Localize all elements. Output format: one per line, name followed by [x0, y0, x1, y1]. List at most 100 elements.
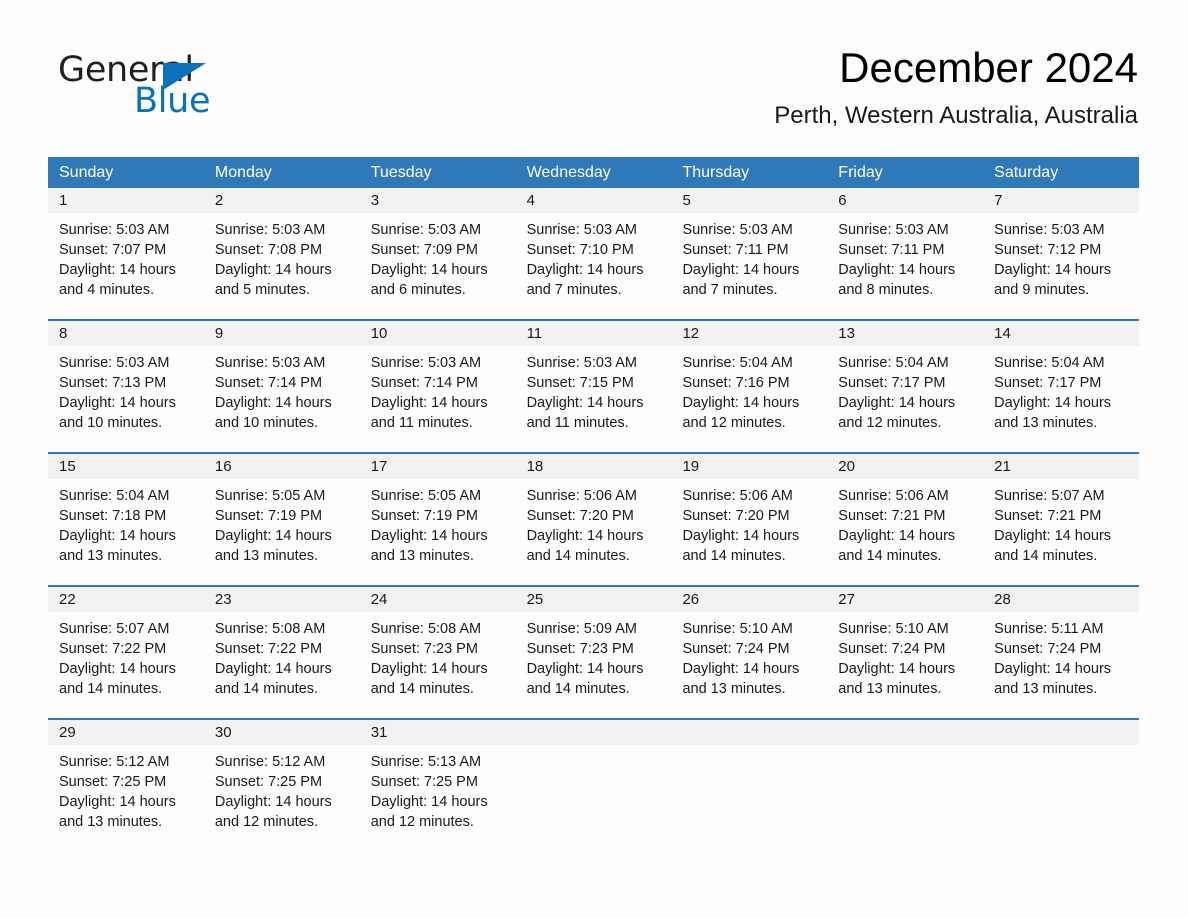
calendar-day-cell[interactable]: 19 Sunrise: 5:06 AM Sunset: 7:20 PM Dayligh… [671, 454, 828, 585]
sunrise-time: Sunrise: 5:06 AM [526, 488, 637, 504]
daylight-duration-line2: and 13 minutes. [838, 681, 942, 697]
weekday-header-tuesday: Tuesday [370, 164, 432, 181]
calendar-day-cell[interactable]: 11 Sunrise: 5:03 AM Sunset: 7:15 PM Dayligh… [515, 321, 672, 452]
day-number: 28 [983, 587, 1140, 612]
daylight-duration-line2: and 12 minutes. [370, 814, 474, 830]
sunset-time: Sunset: 7:16 PM [682, 375, 790, 391]
sunset-time: Sunset: 7:25 PM [370, 774, 478, 790]
calendar-weeks: 1 Sunrise: 5:03 AM Sunset: 7:07 PM Daylight… [48, 188, 1140, 851]
sunrise-time: Sunrise: 5:12 AM [214, 754, 326, 770]
calendar-day-cell[interactable]: 24 Sunrise: 5:08 AM Sunset: 7:23 PM Dayligh… [359, 587, 516, 718]
sunset-time: Sunset: 7:20 PM [682, 508, 790, 524]
day-details: Sunrise: 5:03 AM Sunset: 7:10 PM Daylight:… [516, 213, 672, 300]
sunrise-time: Sunrise: 5:05 AM [370, 488, 482, 504]
calendar-day-cell[interactable]: 4 Sunrise: 5:03 AM Sunset: 7:10 PM Daylight… [515, 188, 672, 319]
day-number: 13 [827, 321, 984, 346]
weekday-header-wednesday: Wednesday [526, 164, 611, 181]
calendar-day-cell[interactable]: 20 Sunrise: 5:06 AM Sunset: 7:21 PM Dayligh… [827, 454, 984, 585]
calendar-day-cell[interactable]: 13 Sunrise: 5:04 AM Sunset: 7:17 PM Dayligh… [827, 321, 984, 452]
sunset-time: Sunset: 7:20 PM [526, 508, 634, 524]
calendar-week-row: 15 Sunrise: 5:04 AM Sunset: 7:18 PM Dayligh… [48, 452, 1140, 585]
daylight-duration-line2: and 13 minutes. [994, 415, 1098, 431]
calendar-day-cell[interactable]: 14 Sunrise: 5:04 AM Sunset: 7:17 PM Dayligh… [983, 321, 1140, 452]
calendar-day-cell-empty [983, 720, 1140, 851]
day-number [671, 720, 828, 745]
calendar-day-cell[interactable]: 3 Sunrise: 5:03 AM Sunset: 7:09 PM Daylight… [359, 188, 516, 319]
day-number: 26 [671, 587, 828, 612]
daylight-duration-line1: Daylight: 14 hours [682, 661, 800, 677]
calendar-day-cell[interactable]: 22 Sunrise: 5:07 AM Sunset: 7:22 PM Dayligh… [48, 587, 204, 718]
day-number: 7 [983, 188, 1140, 213]
sunrise-time: Sunrise: 5:03 AM [214, 222, 326, 238]
day-details: Sunrise: 5:11 AM Sunset: 7:24 PM Daylight:… [983, 612, 1139, 699]
day-number: 4 [515, 188, 672, 213]
calendar-day-cell[interactable]: 23 Sunrise: 5:08 AM Sunset: 7:22 PM Dayligh… [203, 587, 360, 718]
daylight-duration-line1: Daylight: 14 hours [214, 528, 332, 544]
day-details: Sunrise: 5:07 AM Sunset: 7:21 PM Daylight:… [983, 479, 1139, 566]
sunrise-time: Sunrise: 5:06 AM [838, 488, 949, 504]
daylight-duration-line1: Daylight: 14 hours [214, 794, 332, 810]
calendar-day-cell[interactable]: 9 Sunrise: 5:03 AM Sunset: 7:14 PM Daylight… [203, 321, 360, 452]
daylight-duration-line2: and 8 minutes. [838, 282, 934, 298]
daylight-duration-line1: Daylight: 14 hours [370, 262, 488, 278]
title-block: December 2024 Perth, Western Australia, … [774, 42, 1138, 130]
sunset-time: Sunset: 7:07 PM [59, 242, 167, 258]
calendar-day-cell[interactable]: 6 Sunrise: 5:03 AM Sunset: 7:11 PM Daylight… [827, 188, 984, 319]
calendar-day-cell[interactable]: 2 Sunrise: 5:03 AM Sunset: 7:08 PM Daylight… [203, 188, 360, 319]
daylight-duration-line2: and 14 minutes. [370, 681, 474, 697]
day-details: Sunrise: 5:04 AM Sunset: 7:18 PM Daylight:… [48, 479, 204, 566]
generalblue-logo: General Blue [58, 50, 358, 140]
day-details: Sunrise: 5:04 AM Sunset: 7:17 PM Daylight:… [983, 346, 1139, 433]
calendar-day-cell[interactable]: 30 Sunrise: 5:12 AM Sunset: 7:25 PM Dayligh… [203, 720, 360, 851]
calendar-table: Sunday Monday Tuesday Wednesday Thursday… [48, 157, 1140, 851]
sunrise-time: Sunrise: 5:07 AM [994, 488, 1105, 504]
calendar-day-cell[interactable]: 15 Sunrise: 5:04 AM Sunset: 7:18 PM Dayligh… [48, 454, 204, 585]
daylight-duration-line1: Daylight: 14 hours [59, 262, 176, 278]
calendar-day-cell[interactable]: 25 Sunrise: 5:09 AM Sunset: 7:23 PM Dayligh… [515, 587, 672, 718]
day-number: 30 [203, 720, 360, 745]
sunset-time: Sunset: 7:23 PM [370, 641, 478, 657]
calendar-day-cell[interactable]: 5 Sunrise: 5:03 AM Sunset: 7:11 PM Daylight… [671, 188, 828, 319]
day-details [827, 745, 983, 752]
calendar-day-cell[interactable]: 28 Sunrise: 5:11 AM Sunset: 7:24 PM Dayligh… [983, 587, 1140, 718]
calendar-day-cell[interactable]: 8 Sunrise: 5:03 AM Sunset: 7:13 PM Daylight… [48, 321, 204, 452]
calendar-day-cell[interactable]: 31 Sunrise: 5:13 AM Sunset: 7:25 PM Dayligh… [359, 720, 516, 851]
weekday-header-row: Sunday Monday Tuesday Wednesday Thursday… [48, 157, 1139, 188]
day-number: 6 [827, 188, 984, 213]
day-number: 14 [983, 321, 1140, 346]
sunrise-time: Sunrise: 5:09 AM [526, 621, 637, 637]
sunrise-time: Sunrise: 5:04 AM [838, 355, 949, 371]
sunrise-time: Sunrise: 5:10 AM [838, 621, 949, 637]
sunrise-time: Sunrise: 5:05 AM [214, 488, 326, 504]
day-details: Sunrise: 5:05 AM Sunset: 7:19 PM Daylight:… [204, 479, 360, 566]
calendar-day-cell[interactable]: 29 Sunrise: 5:12 AM Sunset: 7:25 PM Dayligh… [48, 720, 204, 851]
sunset-time: Sunset: 7:24 PM [838, 641, 946, 657]
calendar-day-cell[interactable]: 10 Sunrise: 5:03 AM Sunset: 7:14 PM Dayligh… [359, 321, 516, 452]
calendar-day-cell[interactable]: 27 Sunrise: 5:10 AM Sunset: 7:24 PM Dayligh… [827, 587, 984, 718]
daylight-duration-line1: Daylight: 14 hours [370, 528, 488, 544]
sunset-time: Sunset: 7:19 PM [214, 508, 323, 524]
day-number [515, 720, 672, 745]
sunset-time: Sunset: 7:14 PM [214, 375, 323, 391]
sunrise-time: Sunrise: 5:06 AM [682, 488, 793, 504]
calendar-day-cell[interactable]: 12 Sunrise: 5:04 AM Sunset: 7:16 PM Dayligh… [671, 321, 828, 452]
calendar-day-cell[interactable]: 7 Sunrise: 5:03 AM Sunset: 7:12 PM Daylight… [983, 188, 1140, 319]
daylight-duration-line2: and 10 minutes. [214, 415, 319, 431]
day-details: Sunrise: 5:13 AM Sunset: 7:25 PM Daylight:… [360, 745, 516, 832]
daylight-duration-line2: and 14 minutes. [682, 548, 786, 564]
calendar-day-cell[interactable]: 18 Sunrise: 5:06 AM Sunset: 7:20 PM Dayligh… [515, 454, 672, 585]
daylight-duration-line1: Daylight: 14 hours [526, 395, 644, 411]
calendar-day-cell[interactable]: 26 Sunrise: 5:10 AM Sunset: 7:24 PM Dayligh… [671, 587, 828, 718]
day-number: 24 [359, 587, 516, 612]
sunrise-time: Sunrise: 5:10 AM [682, 621, 793, 637]
calendar-day-cell[interactable]: 17 Sunrise: 5:05 AM Sunset: 7:19 PM Dayligh… [359, 454, 516, 585]
calendar-week-row: 8 Sunrise: 5:03 AM Sunset: 7:13 PM Daylight… [48, 319, 1140, 452]
calendar-day-cell[interactable]: 1 Sunrise: 5:03 AM Sunset: 7:07 PM Daylight… [48, 188, 204, 319]
calendar-day-cell[interactable]: 21 Sunrise: 5:07 AM Sunset: 7:21 PM Dayligh… [983, 454, 1140, 585]
day-details: Sunrise: 5:07 AM Sunset: 7:22 PM Daylight:… [48, 612, 204, 699]
calendar-day-cell[interactable]: 16 Sunrise: 5:05 AM Sunset: 7:19 PM Dayligh… [203, 454, 360, 585]
daylight-duration-line1: Daylight: 14 hours [370, 661, 488, 677]
sunset-time: Sunset: 7:23 PM [526, 641, 634, 657]
day-number: 12 [671, 321, 828, 346]
daylight-duration-line1: Daylight: 14 hours [59, 395, 176, 411]
